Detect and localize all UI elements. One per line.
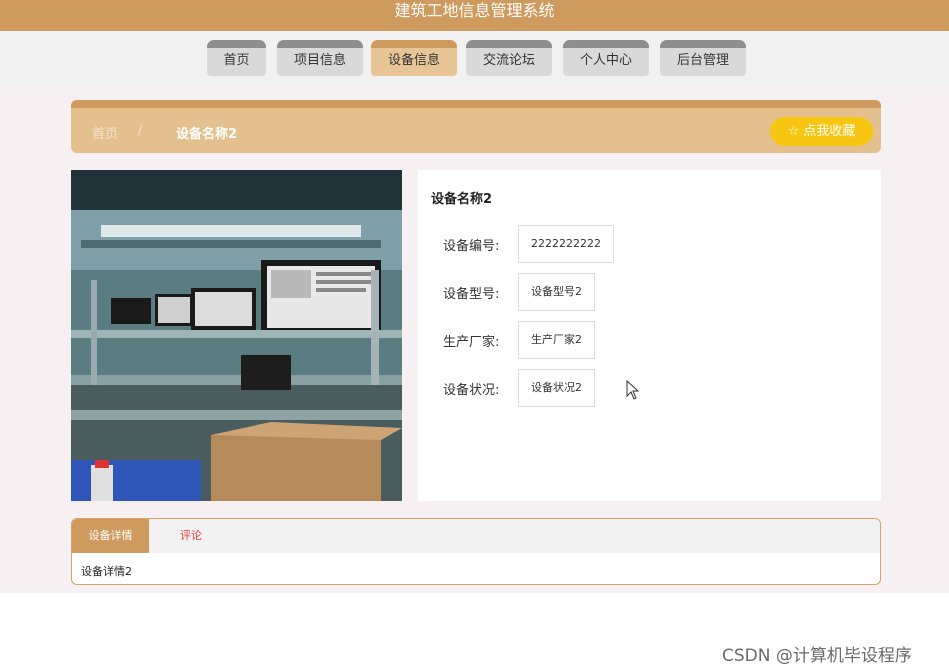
tab-top-strip <box>371 40 457 48</box>
manufacturer-label: 生产厂家: <box>443 335 500 350</box>
nav-tab-label: 设备信息 <box>387 53 440 68</box>
equipment-photo <box>71 170 402 501</box>
tab-comments[interactable]: 评论 <box>164 519 218 553</box>
nav-tab-profile[interactable]: 个人中心 <box>563 40 649 76</box>
tab-equipment-details[interactable]: 设备详情 <box>72 519 149 553</box>
favorite-button[interactable]: ☆ 点我收藏 <box>770 117 873 146</box>
equipment-model-value: 设备型号2 <box>518 273 595 311</box>
nav-tab-equipment[interactable]: 设备信息 <box>371 40 457 76</box>
equipment-name: 设备名称2 <box>431 192 493 207</box>
nav-tab-home[interactable]: 首页 <box>207 40 266 76</box>
tab-top-strip <box>207 40 266 48</box>
nav-tab-label: 首页 <box>223 53 250 68</box>
equipment-number-row: 设备编号: 2222222222 <box>418 225 658 263</box>
breadcrumb-home-link[interactable]: 首页 <box>92 123 118 142</box>
header-bar: 建筑工地信息管理系统 <box>0 0 949 31</box>
detail-content: 设备详情2 <box>81 565 132 578</box>
breadcrumb: 首页 / 设备名称2 ☆ 点我收藏 <box>71 100 881 153</box>
manufacturer-row: 生产厂家: 生产厂家2 <box>418 321 658 359</box>
equipment-condition-row: 设备状况: 设备状况2 <box>418 369 658 407</box>
watermark: CSDN @计算机毕设程序 <box>722 646 912 666</box>
nav-tab-label: 交流论坛 <box>482 53 535 68</box>
equipment-model-row: 设备型号: 设备型号2 <box>418 273 658 311</box>
manufacturer-value: 生产厂家2 <box>518 321 595 359</box>
equipment-number-value: 2222222222 <box>518 225 614 263</box>
factory-photo-illustration <box>71 170 402 501</box>
main-nav: 首页 项目信息 设备信息 交流论坛 个人中心 后台管理 <box>0 31 949 85</box>
tab-top-strip <box>277 40 363 48</box>
detail-section: 设备详情 评论 设备详情2 <box>71 518 881 585</box>
detail-tabs: 设备详情 评论 <box>72 519 880 553</box>
tab-top-strip <box>660 40 746 48</box>
equipment-model-label: 设备型号: <box>443 287 500 302</box>
nav-tab-label: 项目信息 <box>293 53 346 68</box>
tab-top-strip <box>466 40 552 48</box>
nav-tab-projects[interactable]: 项目信息 <box>277 40 363 76</box>
site-title: 建筑工地信息管理系统 <box>394 1 555 20</box>
mouse-cursor-icon <box>626 380 640 400</box>
equipment-condition-label: 设备状况: <box>443 383 500 398</box>
equipment-condition-value: 设备状况2 <box>518 369 595 407</box>
breadcrumb-separator: / <box>138 123 143 137</box>
equipment-number-label: 设备编号: <box>443 239 500 254</box>
nav-tab-admin[interactable]: 后台管理 <box>660 40 746 76</box>
nav-tab-label: 个人中心 <box>579 53 632 68</box>
breadcrumb-stripe <box>71 100 881 108</box>
equipment-info-panel: 设备名称2 设备编号: 2222222222 设备型号: 设备型号2 生产厂家:… <box>418 170 881 501</box>
breadcrumb-current: 设备名称2 <box>176 127 238 142</box>
nav-tab-label: 后台管理 <box>676 53 729 68</box>
tab-top-strip <box>563 40 649 48</box>
nav-tab-forum[interactable]: 交流论坛 <box>466 40 552 76</box>
